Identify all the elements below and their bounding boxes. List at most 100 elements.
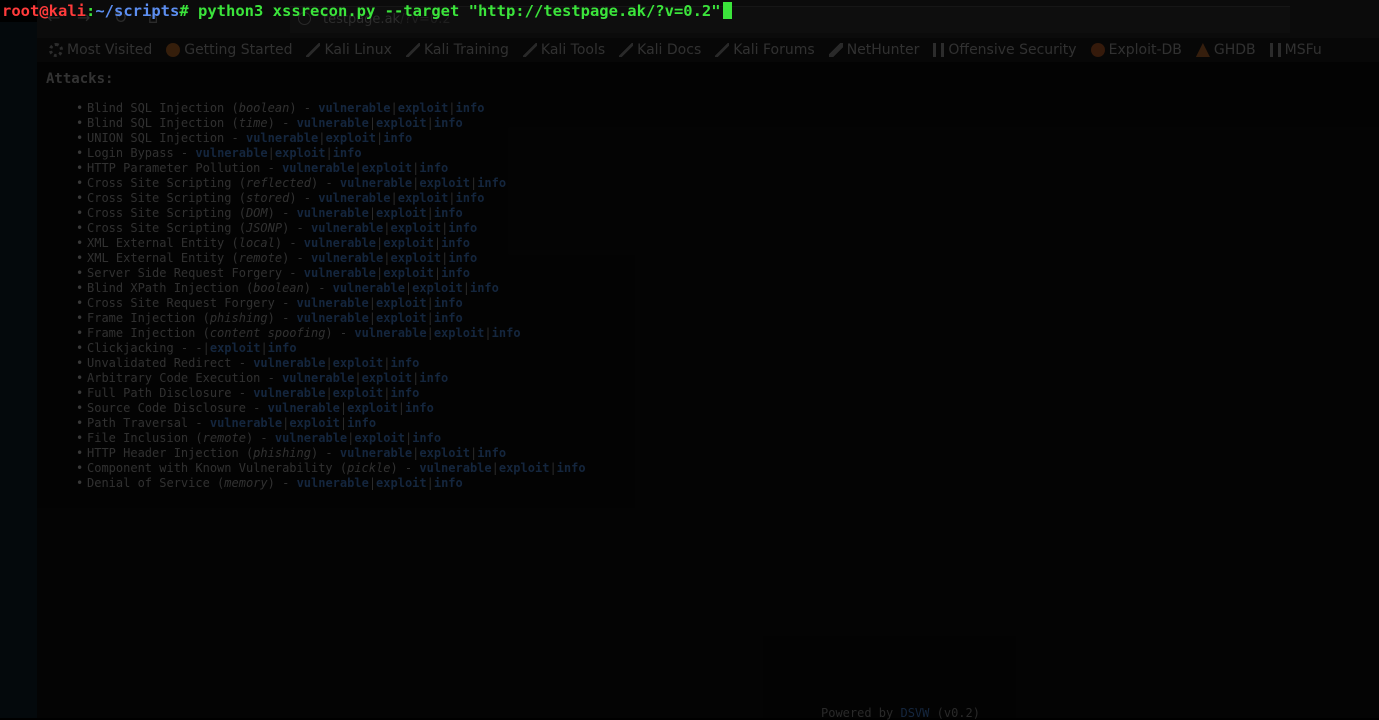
info-link[interactable]: info (390, 386, 419, 400)
attack-name: Blind SQL Injection (87, 101, 225, 115)
info-link[interactable]: info (434, 476, 463, 490)
exploit-link[interactable]: exploit (376, 311, 427, 325)
info-link[interactable]: info (477, 446, 506, 460)
vulnerable-link[interactable]: vulnerable (210, 416, 282, 430)
vulnerable-link[interactable]: vulnerable (318, 191, 390, 205)
info-link[interactable]: info (405, 401, 434, 415)
vulnerable-link[interactable]: vulnerable (253, 386, 325, 400)
exploit-link[interactable]: exploit (325, 131, 376, 145)
info-link[interactable]: info (456, 191, 485, 205)
bookmark-item[interactable]: Exploit-DB (1090, 42, 1182, 58)
bookmark-item[interactable]: Kali Docs (619, 42, 701, 58)
exploit-link[interactable]: exploit (362, 371, 413, 385)
exploit-link[interactable]: exploit (289, 416, 340, 430)
exploit-link[interactable]: exploit (376, 296, 427, 310)
vulnerable-link[interactable]: vulnerable (318, 101, 390, 115)
info-link[interactable]: info (390, 356, 419, 370)
bookmarks-toolbar: Most Visited Getting Started Kali Linux Kal… (37, 38, 1379, 62)
info-link[interactable]: info (470, 281, 499, 295)
info-link[interactable]: info (383, 131, 412, 145)
vulnerable-link[interactable]: vulnerable (282, 161, 354, 175)
vulnerable-link[interactable]: vulnerable (297, 476, 369, 490)
bookmark-item[interactable]: Kali Linux (306, 42, 392, 58)
info-link[interactable]: info (441, 236, 470, 250)
exploit-link[interactable]: exploit (383, 236, 434, 250)
bookmark-item[interactable]: GHDB (1195, 42, 1256, 58)
bookmark-item[interactable]: Kali Forums (715, 42, 815, 58)
vulnerable-link[interactable]: vulnerable (297, 206, 369, 220)
exploit-link[interactable]: exploit (376, 476, 427, 490)
info-link[interactable]: info (419, 371, 448, 385)
vulnerable-link[interactable]: vulnerable (340, 176, 412, 190)
info-link[interactable]: info (477, 176, 506, 190)
exploit-link[interactable]: exploit (362, 161, 413, 175)
link-separator: | (484, 326, 492, 340)
vulnerable-link[interactable]: vulnerable (253, 356, 325, 370)
attack-name: Clickjacking (87, 341, 174, 355)
bookmark-item[interactable]: Kali Tools (522, 42, 605, 58)
exploit-link[interactable]: exploit (376, 116, 427, 130)
vulnerable-link[interactable]: vulnerable (297, 296, 369, 310)
vulnerable-link[interactable]: vulnerable (311, 251, 383, 265)
info-link[interactable]: info (268, 341, 297, 355)
attack-list-item: Blind SQL Injection (time) - vulnerable|… (76, 116, 586, 131)
exploit-link[interactable]: exploit (347, 401, 398, 415)
exploit-link[interactable]: exploit (210, 341, 261, 355)
link-separator: | (426, 296, 434, 310)
info-link[interactable]: info (448, 251, 477, 265)
exploit-link[interactable]: exploit (398, 101, 449, 115)
bookmark-item[interactable]: Offensive Security (933, 42, 1077, 58)
vulnerable-link[interactable]: vulnerable (282, 371, 354, 385)
vulnerable-link[interactable]: vulnerable (275, 431, 347, 445)
info-link[interactable]: info (347, 416, 376, 430)
bookmark-item[interactable]: Most Visited (49, 42, 152, 58)
info-link[interactable]: info (456, 101, 485, 115)
exploit-link[interactable]: exploit (434, 326, 485, 340)
vulnerable-link[interactable]: vulnerable (311, 221, 383, 235)
exploit-link[interactable]: exploit (275, 146, 326, 160)
exploit-link[interactable]: exploit (419, 446, 470, 460)
vulnerable-link[interactable]: vulnerable (304, 266, 376, 280)
info-link[interactable]: info (434, 296, 463, 310)
vulnerable-link[interactable]: vulnerable (333, 281, 405, 295)
vulnerable-link[interactable]: vulnerable (304, 236, 376, 250)
exploit-link[interactable]: exploit (333, 386, 384, 400)
info-link[interactable]: info (434, 311, 463, 325)
vulnerable-link[interactable]: vulnerable (419, 461, 491, 475)
vulnerable-link[interactable]: vulnerable (195, 146, 267, 160)
vulnerable-link[interactable]: vulnerable (354, 326, 426, 340)
exploit-link[interactable]: exploit (354, 431, 405, 445)
bookmark-item[interactable]: Kali Training (405, 42, 509, 58)
info-link[interactable]: info (419, 161, 448, 175)
info-link[interactable]: info (434, 116, 463, 130)
info-link[interactable]: info (434, 206, 463, 220)
exploit-link[interactable]: exploit (391, 251, 442, 265)
exploit-link[interactable]: exploit (383, 266, 434, 280)
info-link[interactable]: info (333, 146, 362, 160)
exploit-link[interactable]: exploit (398, 191, 449, 205)
vulnerable-link[interactable]: vulnerable (268, 401, 340, 415)
exploit-link[interactable]: exploit (499, 461, 550, 475)
info-link[interactable]: info (492, 326, 521, 340)
info-link[interactable]: info (441, 266, 470, 280)
exploit-link[interactable]: exploit (412, 281, 463, 295)
vulnerable-link[interactable]: vulnerable (246, 131, 318, 145)
bookmark-item[interactable]: MSFu (1269, 42, 1322, 58)
exploit-link[interactable]: exploit (333, 356, 384, 370)
vulnerable-link[interactable]: vulnerable (297, 311, 369, 325)
exploit-link[interactable]: exploit (419, 176, 470, 190)
exploit-link[interactable]: exploit (390, 221, 441, 235)
link-separator: | (202, 341, 210, 355)
attack-note: stored (245, 191, 290, 205)
vulnerable-link[interactable]: vulnerable (340, 446, 412, 460)
exploit-link[interactable]: exploit (376, 206, 427, 220)
info-link[interactable]: info (557, 461, 586, 475)
bookmark-item[interactable]: NetHunter (828, 42, 919, 58)
info-link[interactable]: info (448, 221, 477, 235)
attack-list-item: Arbitrary Code Execution - vulnerable|ex… (76, 371, 586, 386)
info-link[interactable]: info (412, 431, 441, 445)
vulnerable-link[interactable]: vulnerable (297, 116, 369, 130)
terminal-prompt-line[interactable]: root@kali:~/scripts# python3 xssrecon.py… (2, 2, 732, 20)
dash: - (231, 386, 254, 400)
bookmark-item[interactable]: Getting Started (166, 42, 292, 58)
